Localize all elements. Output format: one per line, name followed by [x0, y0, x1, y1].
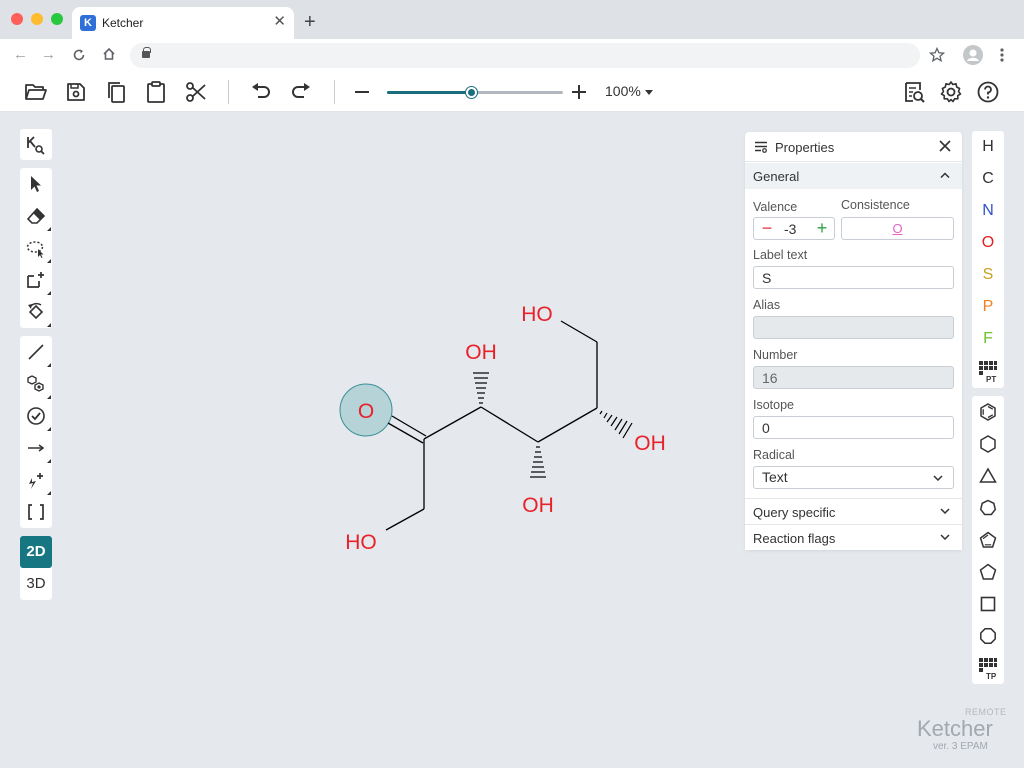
- radical-label: Radical: [753, 448, 795, 462]
- home-icon[interactable]: [102, 47, 116, 61]
- zoom-caret-icon[interactable]: [645, 90, 653, 95]
- panel-header: Properties: [745, 132, 962, 162]
- consistence-label: Consistence: [841, 198, 910, 212]
- hashed-wedge-down[interactable]: [530, 446, 546, 478]
- ketcher-favicon-icon: K: [80, 15, 96, 31]
- chevron-down-icon: [933, 475, 943, 481]
- valence-stepper[interactable]: − -3 +: [753, 217, 835, 240]
- reaction-flags-section-header[interactable]: Reaction flags: [745, 524, 962, 550]
- url-input[interactable]: [130, 43, 920, 68]
- number-label: Number: [753, 348, 798, 362]
- alias-label: Alias: [753, 298, 781, 312]
- isotope-label: Isotope: [753, 398, 795, 412]
- profile-avatar-icon[interactable]: [963, 45, 983, 65]
- molecule-structure[interactable]: O HO OH HO OH OH: [339, 303, 666, 554]
- browser-menu-icon[interactable]: [999, 47, 1005, 63]
- consistence-field[interactable]: O: [841, 217, 954, 240]
- valence-increment-button[interactable]: +: [813, 219, 831, 238]
- tab-title: Ketcher: [102, 16, 144, 30]
- toolbar-divider: [228, 80, 229, 104]
- valence-value: -3: [784, 221, 797, 237]
- query-specific-section-header[interactable]: Query specific: [745, 498, 962, 524]
- query-specific-label: Query specific: [753, 505, 836, 520]
- zoom-out-icon[interactable]: [350, 80, 374, 104]
- bookmark-star-icon[interactable]: [929, 47, 945, 63]
- bond[interactable]: [385, 508, 425, 531]
- cut-scissors-icon[interactable]: [184, 80, 208, 104]
- hashed-wedge-right[interactable]: [599, 410, 633, 439]
- window-maximize-button[interactable]: [51, 13, 63, 25]
- zoom-in-icon[interactable]: [567, 80, 591, 104]
- bond[interactable]: [423, 406, 482, 440]
- zoom-slider-fill: [387, 91, 472, 94]
- atom-label-hydroxyl[interactable]: HO: [345, 531, 377, 554]
- browser-tab-bar: K Ketcher ✕ +: [0, 0, 1024, 39]
- new-tab-button[interactable]: +: [304, 11, 316, 33]
- panel-title: Properties: [775, 140, 835, 155]
- atomic-number-input: [753, 366, 954, 389]
- tab-close-icon[interactable]: ✕: [273, 13, 286, 31]
- bond[interactable]: [560, 320, 598, 343]
- paste-icon[interactable]: [144, 80, 168, 104]
- copy-icon[interactable]: [104, 80, 128, 104]
- forward-arrow-icon[interactable]: →: [41, 45, 56, 65]
- valence-decrement-button[interactable]: −: [758, 219, 776, 238]
- browser-tab[interactable]: K Ketcher ✕: [72, 7, 294, 39]
- window-close-button[interactable]: [11, 13, 23, 25]
- redo-icon[interactable]: [289, 80, 313, 104]
- back-arrow-icon[interactable]: ←: [13, 45, 28, 65]
- label-text-input[interactable]: [753, 266, 954, 289]
- browser-address-bar: ← →: [0, 39, 1024, 72]
- atom-label-carbonyl-oxygen[interactable]: O: [358, 400, 374, 423]
- alias-input: [753, 316, 954, 339]
- chevron-down-icon: [940, 534, 950, 540]
- reaction-flags-label: Reaction flags: [753, 531, 836, 546]
- isotope-input[interactable]: [753, 416, 954, 439]
- valence-label: Valence: [753, 200, 798, 214]
- brand-logo: Ketcher: [917, 716, 993, 741]
- hashed-wedge-up[interactable]: [473, 372, 489, 404]
- atom-label-hydroxyl[interactable]: OH: [634, 432, 666, 455]
- zoom-slider[interactable]: [387, 87, 563, 98]
- double-bond-line[interactable]: [391, 415, 427, 437]
- check-structure-icon[interactable]: [902, 80, 926, 104]
- undo-icon[interactable]: [249, 80, 273, 104]
- general-section-header[interactable]: General: [745, 163, 962, 189]
- bond[interactable]: [537, 407, 598, 443]
- double-bond-line[interactable]: [387, 422, 424, 444]
- open-folder-icon[interactable]: [24, 80, 48, 104]
- lock-icon: [142, 47, 151, 58]
- brand-version: ver. 3 EPAM: [933, 741, 988, 752]
- save-icon[interactable]: [64, 80, 88, 104]
- zoom-slider-thumb[interactable]: [466, 87, 478, 98]
- help-icon[interactable]: [976, 80, 1000, 104]
- radical-select[interactable]: Text: [753, 466, 954, 489]
- ketcher-top-toolbar: 100%: [0, 72, 1024, 112]
- reload-icon[interactable]: [72, 48, 86, 62]
- label-text-label: Label text: [753, 248, 808, 262]
- bond[interactable]: [480, 406, 539, 443]
- atom-label-hydroxyl[interactable]: OH: [522, 494, 554, 517]
- properties-list-icon: [755, 141, 767, 153]
- radical-selected-value: Text: [762, 469, 788, 485]
- settings-gear-icon[interactable]: [939, 80, 963, 104]
- general-section-label: General: [753, 169, 800, 184]
- chevron-down-icon: [940, 508, 950, 514]
- toolbar-divider: [334, 80, 335, 104]
- atom-properties-panel: Properties General Valence − -3 + Consis…: [745, 132, 962, 550]
- atom-label-hydroxyl[interactable]: OH: [465, 341, 497, 364]
- zoom-dropdown[interactable]: 100%: [605, 83, 641, 99]
- chevron-up-icon: [940, 172, 950, 178]
- atom-label-hydroxyl[interactable]: HO: [521, 303, 553, 326]
- close-panel-icon[interactable]: [938, 139, 952, 153]
- window-minimize-button[interactable]: [31, 13, 43, 25]
